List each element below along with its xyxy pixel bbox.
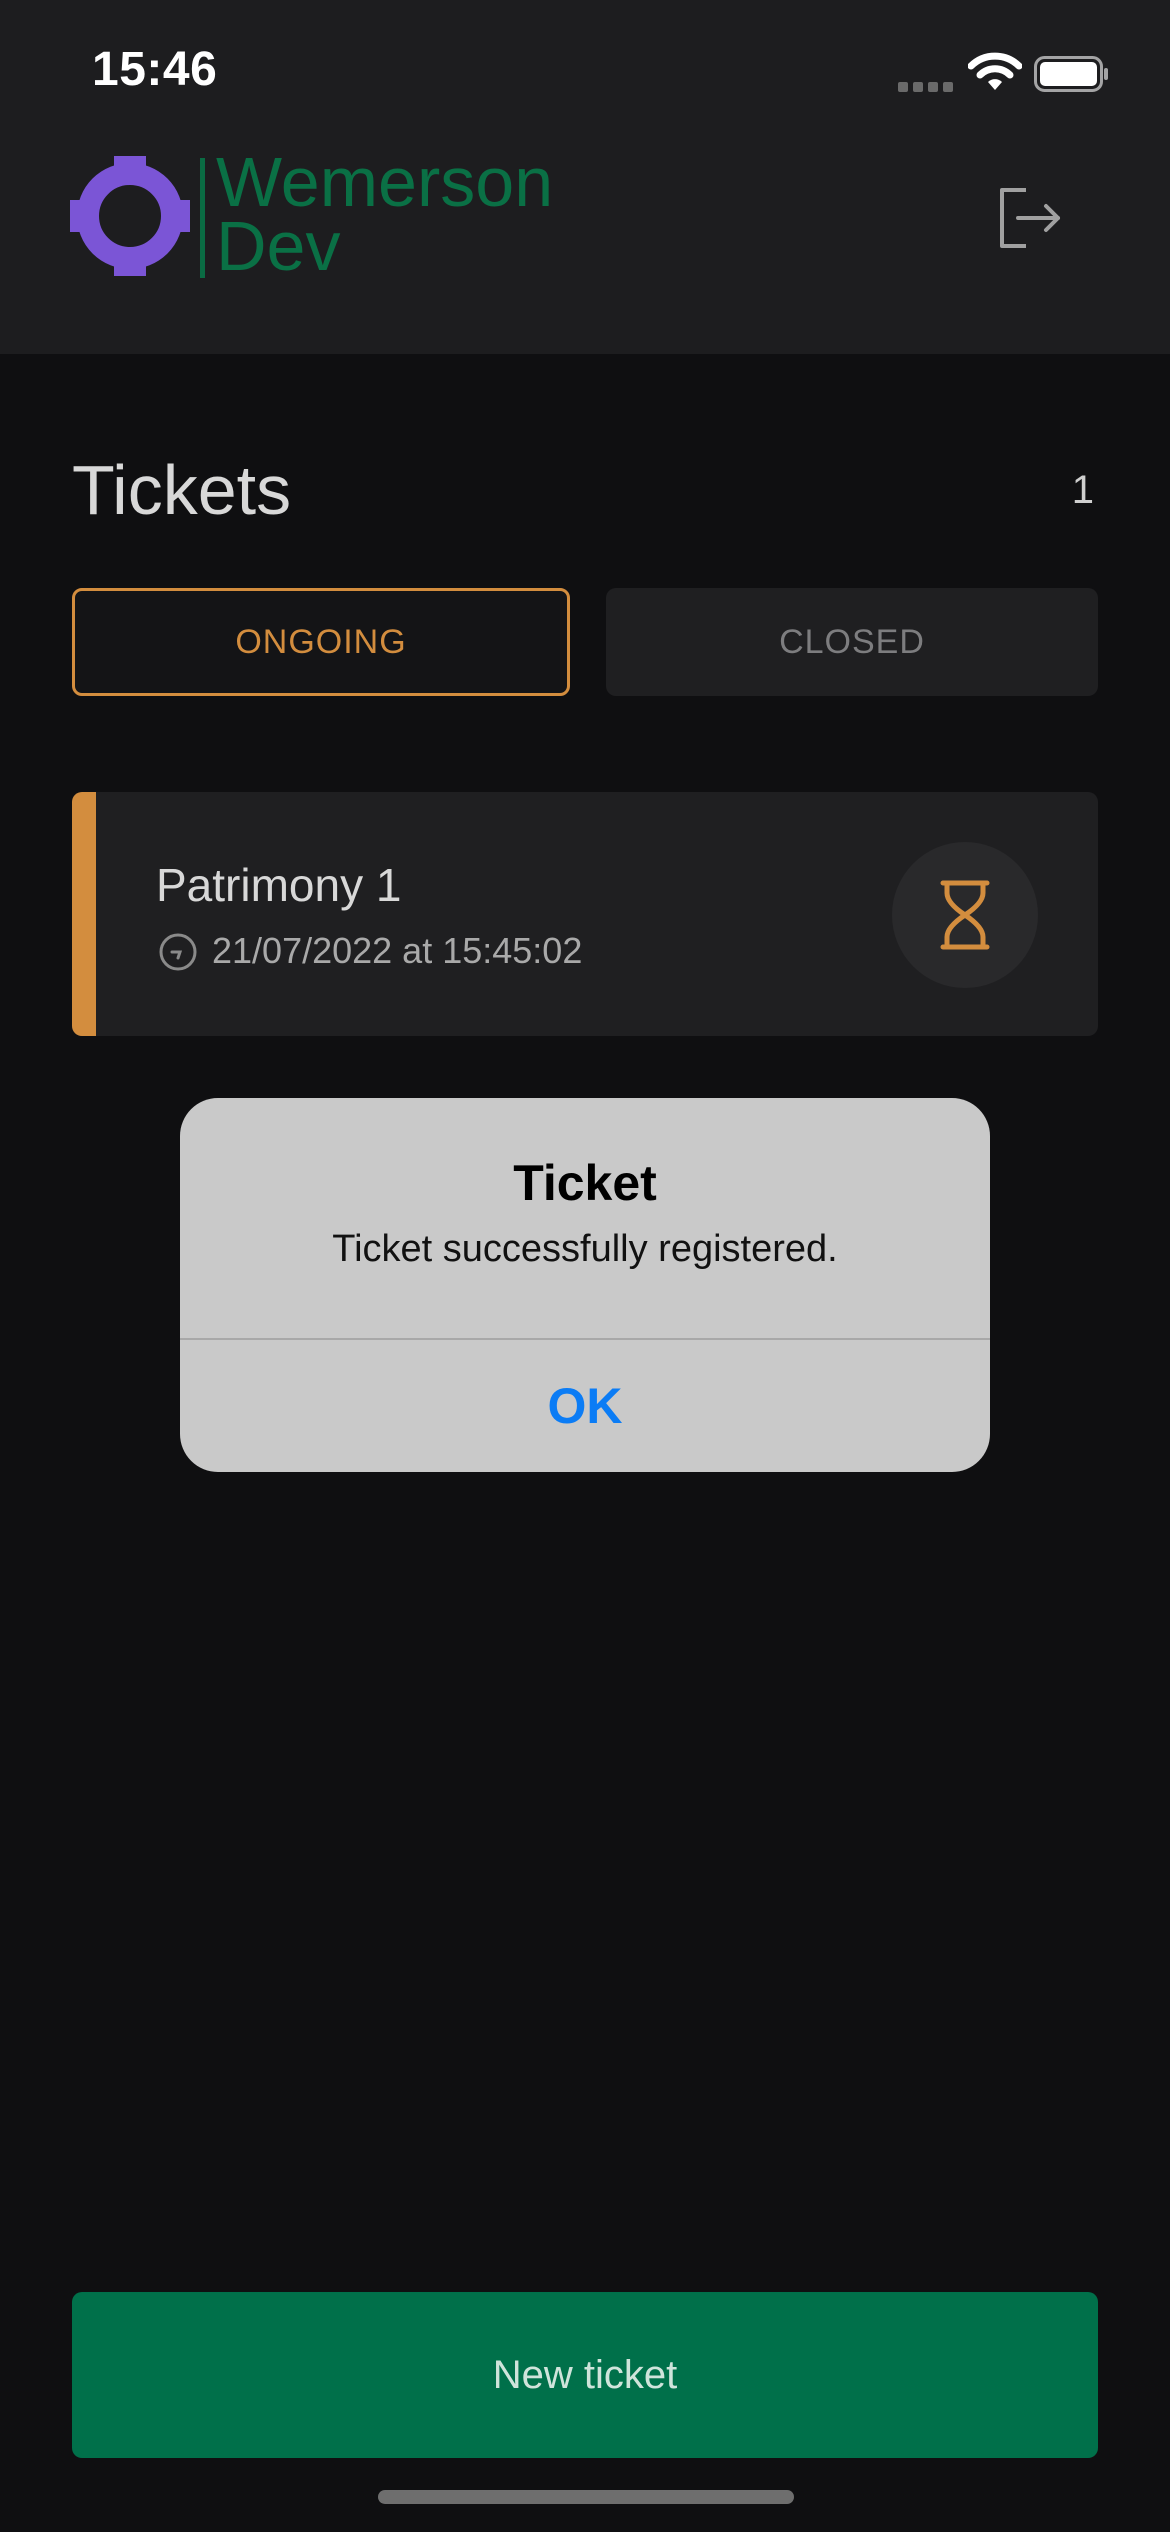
clock-icon [159,933,197,971]
battery-icon [1034,56,1108,92]
brand-name-line1: Wemerson [216,143,554,221]
ticket-card[interactable]: Patrimony 1 21/07/2022 at 15:45:02 [72,792,1098,1036]
signal-icon [898,82,954,92]
brand-name-line2: Dev [216,207,341,285]
ticket-title: Patrimony 1 [156,859,402,911]
logout-icon[interactable] [996,184,1064,252]
tab-closed[interactable]: CLOSED [606,588,1098,696]
ticket-datetime: 21/07/2022 at 15:45:02 [212,930,583,971]
ticket-count: 1 [1071,468,1094,512]
page-title: Tickets [72,451,292,529]
hourglass-icon [940,880,990,950]
status-icons [898,52,1118,92]
tab-ongoing[interactable]: ONGOING [72,588,570,696]
new-ticket-button[interactable]: New ticket [72,2292,1098,2458]
alert-message: Ticket successfully registered. [332,1228,838,1270]
logo-divider [200,158,205,278]
brand-name: Wemerson Dev [216,143,554,285]
ticket-status-badge [892,842,1038,988]
logo-icon [70,156,190,276]
status-time: 15:46 [92,43,218,96]
wifi-icon [968,52,1022,90]
app-header: 15:46 Wemerson Dev [0,0,1170,354]
alert-dialog: Ticket Ticket successfully registered. O… [180,1098,990,1472]
screen: 15:46 Wemerson Dev Tickets 1 ONGOING CLO… [0,0,1170,2532]
home-indicator [378,2490,794,2504]
alert-ok-button[interactable]: OK [180,1340,990,1472]
ticket-status-accent [72,792,96,1036]
alert-title: Ticket [513,1155,657,1211]
